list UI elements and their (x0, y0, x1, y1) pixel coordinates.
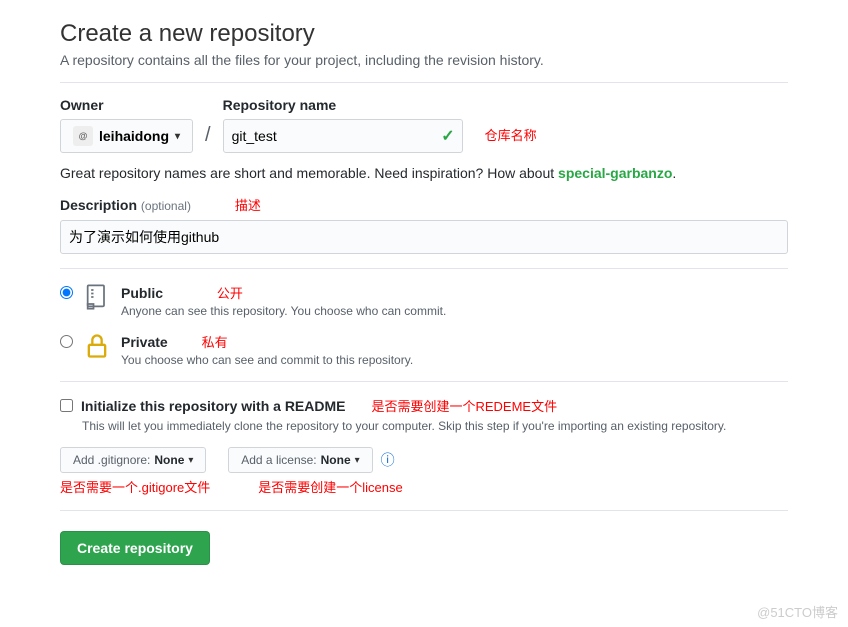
slash-separator: / (201, 124, 215, 147)
license-select-button[interactable]: Add a license: None ▾ (228, 447, 372, 473)
divider (60, 268, 788, 269)
gitignore-value: None (154, 453, 184, 467)
visibility-private-sub: You choose who can see and commit to thi… (121, 353, 413, 367)
visibility-public-sub: Anyone can see this repository. You choo… (121, 304, 446, 318)
visibility-private-title: Private (121, 334, 168, 350)
annotation-license: 是否需要创建一个license (258, 477, 402, 496)
init-readme-label: Initialize this repository with a README (81, 398, 345, 414)
watermark: @51CTO博客 (757, 602, 838, 621)
repo-name-label: Repository name (223, 97, 463, 113)
license-prefix: Add a license: (241, 453, 316, 467)
init-readme-checkbox[interactable] (60, 399, 73, 412)
gitignore-prefix: Add .gitignore: (73, 453, 150, 467)
divider (60, 510, 788, 511)
visibility-public-title: Public (121, 285, 163, 301)
caret-down-icon: ▾ (175, 131, 180, 142)
avatar: @ (73, 126, 93, 146)
divider (60, 381, 788, 382)
hint-suffix: . (672, 165, 676, 181)
description-optional: (optional) (141, 199, 191, 213)
annotation-public: 公开 (217, 286, 243, 301)
check-icon: ✓ (441, 126, 454, 146)
hint-prefix: Great repository names are short and mem… (60, 165, 558, 181)
init-readme-sub: This will let you immediately clone the … (82, 419, 788, 433)
annotation-description: 描述 (235, 198, 261, 213)
owner-username: leihaidong (99, 128, 169, 144)
annotation-readme: 是否需要创建一个REDEME文件 (371, 396, 557, 415)
page-subtitle: A repository contains all the files for … (60, 52, 788, 68)
caret-down-icon: ▾ (188, 455, 193, 466)
create-repository-button[interactable]: Create repository (60, 531, 210, 565)
description-input[interactable] (60, 220, 788, 254)
license-value: None (321, 453, 351, 467)
description-label: Description (60, 197, 137, 213)
gitignore-select-button[interactable]: Add .gitignore: None ▾ (60, 447, 206, 473)
visibility-private-radio[interactable] (60, 335, 73, 348)
name-suggestion-link[interactable]: special-garbanzo (558, 165, 672, 181)
caret-down-icon: ▾ (355, 455, 360, 466)
annotation-gitignore: 是否需要一个.gitigore文件 (60, 477, 210, 496)
divider (60, 82, 788, 83)
owner-select-button[interactable]: @ leihaidong ▾ (60, 119, 193, 153)
repo-name-input[interactable] (223, 119, 463, 153)
annotation-private: 私有 (202, 335, 228, 350)
lock-icon (83, 332, 111, 360)
annotation-repo-name: 仓库名称 (485, 125, 537, 144)
repo-public-icon (83, 283, 111, 311)
owner-label: Owner (60, 97, 193, 113)
visibility-public-radio[interactable] (60, 286, 73, 299)
info-icon[interactable]: ⓘ (381, 450, 395, 470)
name-hint: Great repository names are short and mem… (60, 165, 788, 181)
page-title: Create a new repository (60, 20, 788, 48)
